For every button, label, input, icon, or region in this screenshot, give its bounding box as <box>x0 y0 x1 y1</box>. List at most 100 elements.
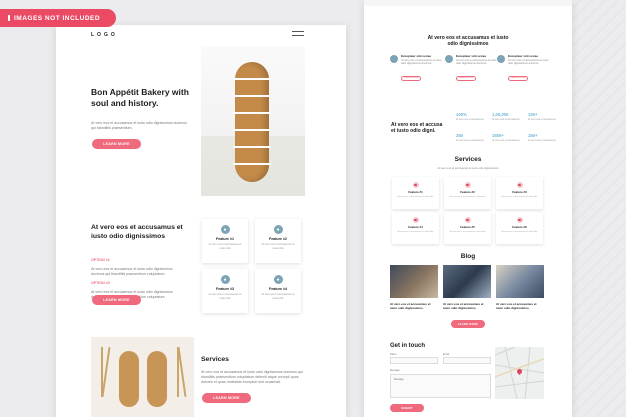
blog-title: Blog <box>460 253 476 260</box>
feature-2-icon: ● <box>273 225 283 234</box>
top-col-1: Excepteur sint occae At vero eos et accu… <box>390 54 448 81</box>
feature-card-4[interactable]: ● Feature #4 At vero eos et accusamus et… <box>255 269 301 313</box>
service-card-3[interactable]: Feature #3 At vero eos et accusamus et iu… <box>496 177 543 209</box>
col-3-icon <box>497 55 505 63</box>
services-learn-more-button[interactable]: LEARN MORE <box>202 393 251 403</box>
message-placeholder: Message <box>394 378 404 381</box>
background-pattern <box>566 0 626 417</box>
service-1-icon <box>412 182 419 188</box>
col-2-icon <box>445 55 453 63</box>
stat-5-value: 1500+ <box>492 133 504 138</box>
stat-6-value: 150+ <box>528 133 538 138</box>
service-5-icon <box>464 217 471 223</box>
col-1-text: At vero eos et accusamus et iusto odio d… <box>401 58 442 65</box>
top-title: At vero eos et accusamus et iusto odio d… <box>427 35 509 47</box>
feature-card-3[interactable]: ● Feature #3 At vero eos et accusamus et… <box>202 269 248 313</box>
feature-1-title: Feature #1 <box>216 237 234 241</box>
stat-3-label: At vero eos et accusamus <box>528 118 556 121</box>
feature-card-1[interactable]: ● Feature #1 At vero eos et accusamus et… <box>202 219 248 263</box>
service-4-text: At vero eos et accusamus et iusto odio <box>397 230 434 233</box>
email-label: Email <box>443 353 449 356</box>
images-not-included-badge: IMAGES NOT INCLUDED <box>0 9 116 27</box>
contact-title: Get in touch <box>390 343 425 349</box>
col-1-button[interactable]: LEARN MORE <box>401 76 421 81</box>
stat-5-label: At vero eos et accusamus <box>492 139 520 142</box>
blog-post-1-text[interactable]: At vero eos et accusamus et iusto odio d… <box>390 302 434 310</box>
services2-subtitle: At vero eos et accusamus et iusto odio d… <box>437 167 499 170</box>
top-col-2: Excepteur sint occae At vero eos et accu… <box>445 54 503 81</box>
email-input[interactable] <box>443 357 491 364</box>
service-5-title: Feature #5 <box>460 225 475 229</box>
info-icon <box>8 15 10 21</box>
blog-post-3-text[interactable]: At vero eos et accusamus et iusto odio d… <box>496 302 540 310</box>
stat-3-value: 100+ <box>528 112 538 117</box>
hero-learn-more-button[interactable]: LEARN MORE <box>92 139 141 149</box>
landing-page-desktop: LOGO Bon Appétit Bakery with soul and hi… <box>56 25 346 417</box>
service-1-title: Feature #1 <box>408 190 423 194</box>
service-3-title: Feature #3 <box>512 190 527 194</box>
hero-subtitle: At vero eos et accusamus et iusto odio d… <box>91 121 187 130</box>
logo[interactable]: LOGO <box>91 32 118 38</box>
feature-3-title: Feature #3 <box>216 287 234 291</box>
service-6-text: At vero eos et accusamus et iusto odio <box>501 230 538 233</box>
feature-card-2[interactable]: ● Feature #2 At vero eos et accusamus et… <box>255 219 301 263</box>
service-card-2[interactable]: Feature #2 At vero eos et accusamus et iu… <box>444 177 491 209</box>
service-card-6[interactable]: Feature #6 At vero eos et accusamus et iu… <box>496 212 543 244</box>
feature-3-icon: ● <box>220 275 230 284</box>
message-textarea[interactable]: Message <box>390 374 491 398</box>
feature-3-text: At vero eos et accusamus et iusto odio <box>208 293 242 300</box>
blog-post-2-text[interactable]: At vero eos et accusamus et iusto odio d… <box>443 302 487 310</box>
feature-2-text: At vero eos et accusamus et iusto odio <box>261 243 295 250</box>
stat-4-label: At vero eos et accusamus <box>456 139 484 142</box>
location-map[interactable] <box>495 347 544 399</box>
feature-4-text: At vero eos et accusamus et iusto odio <box>261 293 295 300</box>
service-card-5[interactable]: Feature #5 At vero eos et accusamus et iu… <box>444 212 491 244</box>
stats-title: At vero eos et accusa et iusto odio dign… <box>391 122 443 134</box>
blog-learn-more-button[interactable]: LEARN MORE <box>451 320 485 328</box>
about-learn-more-button[interactable]: LEARN MORE <box>92 295 141 305</box>
stat-2-label: At vero eos et accusamus <box>492 118 520 121</box>
services-text: At vero eos et accusamus et iusto odio d… <box>201 370 303 384</box>
stat-6-label: At vero eos et accusamus <box>528 139 556 142</box>
badge-text: IMAGES NOT INCLUDED <box>14 14 101 22</box>
name-input[interactable] <box>390 357 438 364</box>
service-2-title: Feature #2 <box>460 190 475 194</box>
blog-image-2[interactable] <box>443 265 491 298</box>
service-4-icon <box>412 217 419 223</box>
service-3-icon <box>516 182 523 188</box>
service-card-1[interactable]: Feature #1 At vero eos et accusamus et iu… <box>392 177 439 209</box>
service-5-text: At vero eos et accusamus et iusto odio <box>449 230 486 233</box>
col-3-text: At vero eos et accusamus et iusto odio d… <box>508 58 549 65</box>
service-3-text: At vero eos et accusamus et iusto odio <box>501 195 538 198</box>
feature-1-icon: ● <box>220 225 230 234</box>
services-bread-image <box>91 337 194 417</box>
service-4-title: Feature #4 <box>408 225 423 229</box>
col-2-text: At vero eos et accusamus et iusto odio d… <box>456 58 497 65</box>
blog-image-3[interactable] <box>496 265 544 298</box>
col-1-icon <box>390 55 398 63</box>
stat-1-value: 100% <box>456 112 467 117</box>
service-6-icon <box>516 217 523 223</box>
service-2-text: At vero eos et accusamus et iusto odio <box>449 195 486 198</box>
landing-page-continued: At vero eos et accusamus et iusto odio d… <box>364 0 572 417</box>
col-3-button[interactable]: LEARN MORE <box>508 76 528 81</box>
message-label: Message <box>390 369 400 372</box>
blog-image-1[interactable] <box>390 265 438 298</box>
hero-bread-image <box>201 46 305 196</box>
menu-icon[interactable] <box>292 31 304 36</box>
services2-title: Services <box>454 156 482 163</box>
stat-4-value: 250 <box>456 133 463 138</box>
feature-1-text: At vero eos et accusamus et iusto odio <box>208 243 242 250</box>
name-label: Name <box>390 353 397 356</box>
service-6-title: Feature #6 <box>512 225 527 229</box>
hero-title: Bon Appétit Bakery with soul and history… <box>91 87 189 108</box>
col-2-button[interactable]: LEARN MORE <box>456 76 476 81</box>
service-2-icon <box>464 182 471 188</box>
feature-2-title: Feature #2 <box>269 237 287 241</box>
service-card-4[interactable]: Feature #4 At vero eos et accusamus et iu… <box>392 212 439 244</box>
about-title: At vero eos et accusamus et iusto odio d… <box>91 224 183 240</box>
feature-4-icon: ● <box>273 275 283 284</box>
submit-button[interactable]: SUBMIT <box>390 404 424 412</box>
top-strip <box>364 0 572 6</box>
stat-1-label: At vero eos et accusamus <box>456 118 484 121</box>
